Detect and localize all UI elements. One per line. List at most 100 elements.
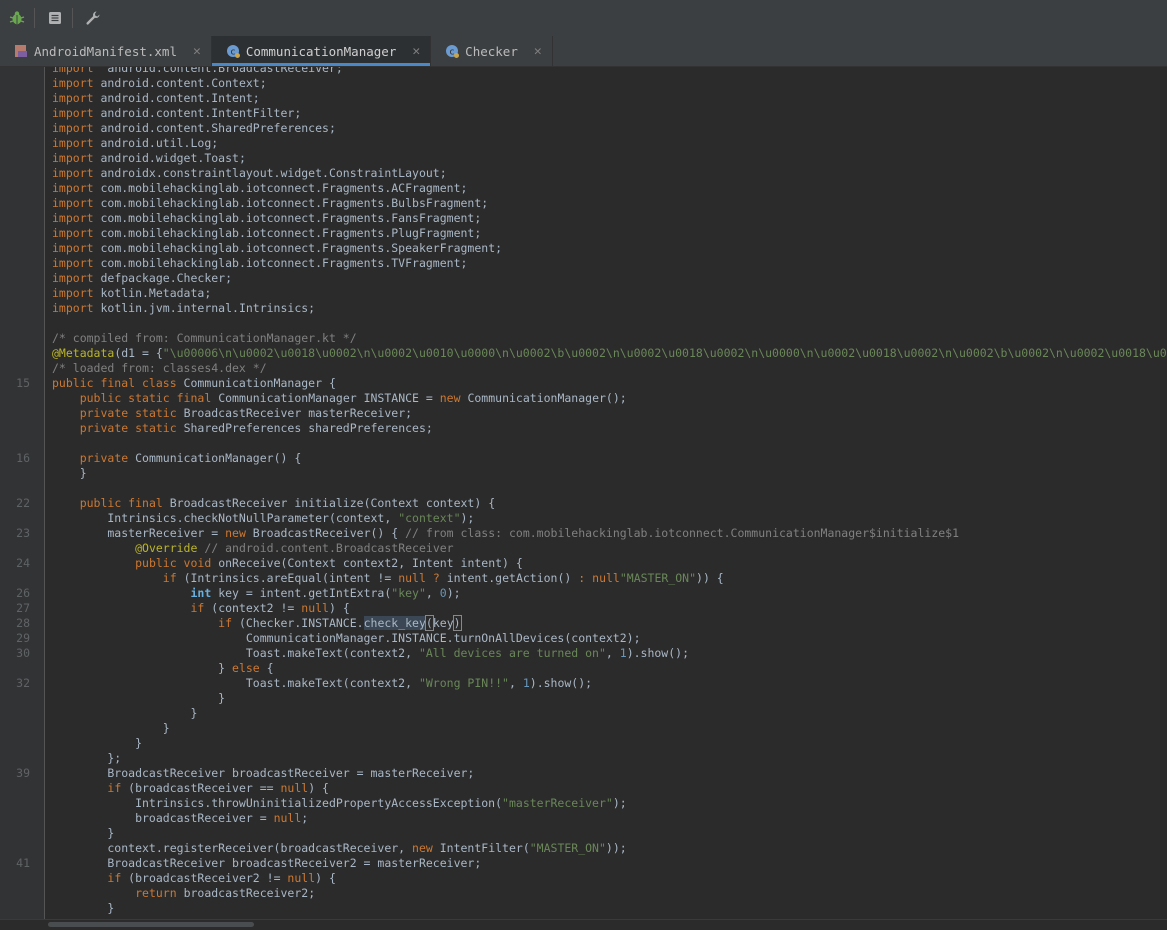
xml-file-icon <box>15 45 27 57</box>
code-token: import <box>52 91 94 105</box>
line-number: 23 <box>16 526 30 540</box>
code-token: CommunicationManager(); <box>460 391 627 405</box>
code-text: }; <box>52 751 121 766</box>
code-token: } <box>52 466 87 480</box>
line-number: 41 <box>16 856 30 870</box>
code-text: Intrinsics.checkNotNullParameter(context… <box>52 511 474 526</box>
code-token: private <box>79 451 129 465</box>
code-line: } else { <box>0 661 1167 676</box>
code-editor[interactable]: import android.content.BroadcastReceiver… <box>0 67 1167 919</box>
code-token: Intrinsics.throwUninitializedPropertyAcc… <box>52 796 503 810</box>
code-line: 15 public final class CommunicationManage… <box>0 376 1167 391</box>
code-token: androidx.constraintlayout.widget.Constra… <box>93 166 447 180</box>
code-text: public void onReceive(Context context2, … <box>52 556 523 571</box>
scrollbar-thumb[interactable] <box>48 922 254 927</box>
svg-text:c: c <box>450 48 455 58</box>
settings-button[interactable] <box>79 4 107 32</box>
close-icon[interactable]: ✕ <box>193 44 201 59</box>
code-text: } <box>52 466 87 481</box>
code-token: private static <box>79 421 177 435</box>
code-token: kotlin.Metadata; <box>93 286 212 300</box>
line-number: 26 <box>16 586 30 600</box>
structure-button[interactable] <box>41 4 69 32</box>
code-text: if (broadcastReceiver2 != null) { <box>52 871 336 886</box>
code-line: }; <box>0 751 1167 766</box>
list-icon <box>49 12 61 24</box>
code-line: import android.content.BroadcastReceiver… <box>0 67 1167 76</box>
code-token: (d1 = { <box>114 346 163 360</box>
code-text: } else { <box>52 661 274 676</box>
code-token: CommunicationManager INSTANCE = <box>211 391 440 405</box>
code-text: public final class CommunicationManager … <box>52 376 336 391</box>
code-text: Intrinsics.throwUninitializedPropertyAcc… <box>52 796 627 811</box>
code-token: (context2 != <box>204 601 302 615</box>
debug-button[interactable] <box>3 4 31 32</box>
code-line: } <box>0 901 1167 916</box>
code-token: ) { <box>328 601 350 615</box>
editor-tabs: AndroidManifest.xml ✕ c CommunicationMan… <box>0 36 1167 67</box>
code-token: "All devices are turned on" <box>418 646 606 660</box>
code-token: ; <box>301 811 309 825</box>
code-line: Intrinsics.throwUninitializedPropertyAcc… <box>0 796 1167 811</box>
code-text: return broadcastReceiver2; <box>52 886 315 901</box>
code-token: null <box>301 601 329 615</box>
line-number: 16 <box>16 451 30 465</box>
code-text: broadcastReceiver = null; <box>52 811 308 826</box>
tab-communication-manager[interactable]: c CommunicationManager ✕ <box>211 36 432 66</box>
code-token: , <box>605 646 620 660</box>
code-token: import <box>52 181 94 195</box>
code-text: } <box>52 826 114 841</box>
close-icon[interactable]: ✕ <box>412 44 420 59</box>
code-text: private CommunicationManager() { <box>52 451 302 466</box>
code-token: { <box>259 661 274 675</box>
code-text: context.registerReceiver(broadcastReceiv… <box>52 841 626 856</box>
code-token: "context" <box>398 511 461 525</box>
code-token: broadcastReceiver2; <box>176 886 316 900</box>
code-token: CommunicationManager { <box>176 376 336 390</box>
code-text: } <box>52 691 225 706</box>
code-token: null <box>398 571 426 585</box>
line-number: 39 <box>16 766 30 780</box>
code-token: android.widget.Toast; <box>93 151 246 165</box>
tab-checker[interactable]: c Checker ✕ <box>431 36 553 66</box>
code-line: private static BroadcastReceiver masterR… <box>0 406 1167 421</box>
line-number: 29 <box>16 631 30 645</box>
code-text: import com.mobilehackinglab.iotconnect.F… <box>52 196 488 211</box>
code-token: // android.content.BroadcastReceiver <box>204 541 454 555</box>
code-token: (Checker.INSTANCE. <box>232 616 364 630</box>
line-number: 15 <box>16 376 30 390</box>
code-line: context.registerReceiver(broadcastReceiv… <box>0 841 1167 856</box>
code-token: ).show(); <box>529 676 593 690</box>
line-number: 22 <box>16 496 30 510</box>
code-token: android.content.Intent; <box>93 91 260 105</box>
code-line: if (broadcastReceiver2 != null) { <box>0 871 1167 886</box>
code-token: 1 <box>522 676 530 690</box>
code-text: import androidx.constraintlayout.widget.… <box>52 166 447 181</box>
toolbar-separator <box>72 8 73 28</box>
code-token: Toast.makeText(context2, <box>52 676 419 690</box>
code-token: android.content.IntentFilter; <box>93 106 302 120</box>
code-line: import android.content.SharedPreferences… <box>0 121 1167 136</box>
code-token: IntentFilter( <box>432 841 530 855</box>
code-token: android.content.BroadcastReceiver; <box>93 67 343 75</box>
close-icon[interactable]: ✕ <box>534 44 542 59</box>
code-text: if (broadcastReceiver == null) { <box>52 781 329 796</box>
code-text: /* compiled from: CommunicationManager.k… <box>52 331 357 346</box>
code-token: com.mobilehackinglab.iotconnect.Fragment… <box>93 256 468 270</box>
code-line: 30 Toast.makeText(context2, "All devices… <box>0 646 1167 661</box>
code-text: private static SharedPreferences sharedP… <box>52 421 433 436</box>
code-text: import android.widget.Toast; <box>52 151 246 166</box>
code-token: broadcastReceiver = <box>52 811 274 825</box>
tab-android-manifest[interactable]: AndroidManifest.xml ✕ <box>0 36 212 66</box>
code-token: import <box>52 241 94 255</box>
code-token: if <box>107 871 122 885</box>
code-token: public final class <box>52 376 177 390</box>
horizontal-scrollbar[interactable] <box>0 919 1167 930</box>
